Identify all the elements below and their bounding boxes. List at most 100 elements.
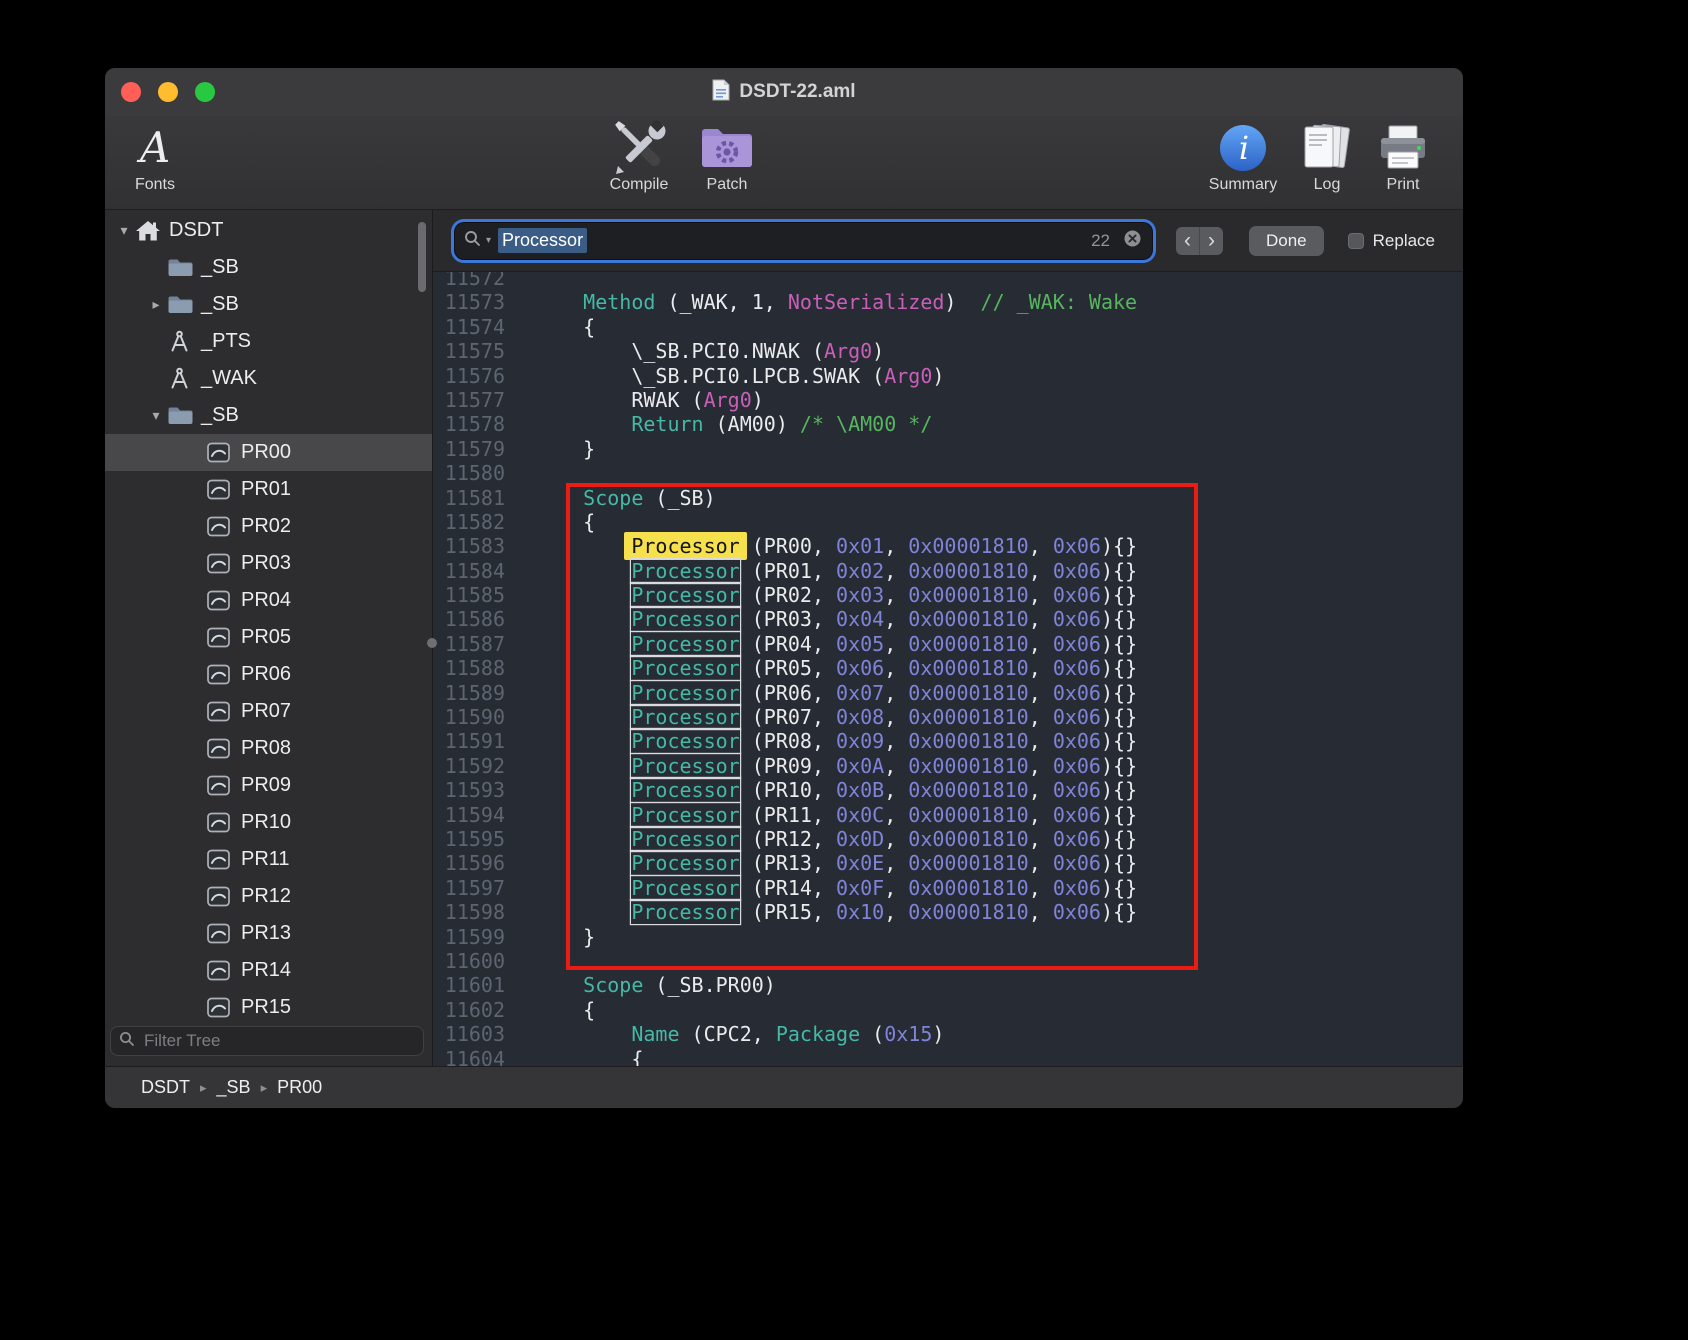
filter-field[interactable]	[110, 1026, 424, 1056]
sidebar-item-_sb[interactable]: ▾_SB	[105, 397, 432, 434]
print-label: Print	[1387, 176, 1420, 194]
code-line: 11578 Return (AM00) /* \AM00 */	[433, 412, 1463, 436]
scope-icon	[207, 812, 241, 833]
line-number: 11573	[433, 290, 521, 314]
code-line: 11582 {	[433, 510, 1463, 534]
sidebar-item-label: PR09	[241, 774, 291, 797]
breadcrumb-item-dsdt[interactable]: DSDT	[141, 1077, 190, 1098]
search-match: Processor	[631, 607, 739, 631]
line-number: 11582	[433, 510, 521, 534]
sidebar-item-_sb[interactable]: _SB	[105, 249, 432, 286]
window-title: DSDT-22.aml	[739, 81, 855, 103]
sidebar-item-_pts[interactable]: _PTS	[105, 323, 432, 360]
clear-search-icon[interactable]	[1123, 229, 1142, 253]
previous-match-button[interactable]: ‹	[1176, 227, 1200, 255]
window-controls	[121, 82, 215, 102]
code-line: 11593 Processor (PR10, 0x0B, 0x00001810,…	[433, 778, 1463, 802]
line-number: 11576	[433, 364, 521, 388]
next-match-button[interactable]: ›	[1200, 227, 1223, 255]
disclosure-triangle-icon[interactable]: ▾	[145, 407, 167, 424]
sidebar-item-pr04[interactable]: PR04	[105, 582, 432, 619]
splitter-handle[interactable]	[427, 638, 437, 648]
scope-icon	[207, 553, 241, 574]
scope-icon	[207, 923, 241, 944]
scope-icon	[207, 627, 241, 648]
compile-button[interactable]: Compile	[595, 118, 683, 194]
line-number: 11602	[433, 998, 521, 1022]
sidebar-item-pr13[interactable]: PR13	[105, 915, 432, 952]
search-match: Processor	[631, 803, 739, 827]
code-line: 11591 Processor (PR08, 0x09, 0x00001810,…	[433, 729, 1463, 753]
compile-label: Compile	[610, 176, 669, 194]
print-button[interactable]: Print	[1363, 118, 1443, 194]
search-match: Processor	[631, 559, 739, 583]
sidebar-item-pr08[interactable]: PR08	[105, 730, 432, 767]
line-number: 11586	[433, 607, 521, 631]
code-line: 11586 Processor (PR03, 0x04, 0x00001810,…	[433, 607, 1463, 631]
sidebar-item-dsdt[interactable]: ▾DSDT	[105, 212, 404, 249]
sidebar-item-pr14[interactable]: PR14	[105, 952, 432, 989]
search-match: Processor	[631, 827, 739, 851]
sidebar-item-label: PR14	[241, 959, 291, 982]
find-bar: ▾ Processor 22 ‹ ›	[433, 210, 1463, 272]
fonts-button[interactable]: A Fonts	[119, 118, 191, 194]
breadcrumb-item-pr00[interactable]: PR00	[277, 1077, 322, 1098]
code-line: 11575 \_SB.PCI0.NWAK (Arg0)	[433, 339, 1463, 363]
code-line: 11574 {	[433, 315, 1463, 339]
replace-checkbox[interactable]	[1348, 233, 1364, 249]
sidebar-item-pr06[interactable]: PR06	[105, 656, 432, 693]
sidebar-item-_wak[interactable]: _WAK	[105, 360, 432, 397]
line-number: 11587	[433, 632, 521, 656]
sidebar-item-pr00[interactable]: PR00	[105, 434, 432, 471]
chevron-down-icon[interactable]: ▾	[486, 235, 491, 246]
sidebar-item-pr09[interactable]: PR09	[105, 767, 432, 804]
document-icon	[712, 79, 730, 106]
sidebar-item-pr07[interactable]: PR07	[105, 693, 432, 730]
sidebar-item-pr11[interactable]: PR11	[105, 841, 432, 878]
sidebar-item-label: _PTS	[201, 330, 251, 353]
filter-tree-input[interactable]	[142, 1030, 415, 1052]
search-match: Processor	[631, 778, 739, 802]
code-line: 11603 Name (CPC2, Package (0x15)	[433, 1022, 1463, 1046]
scope-icon	[207, 997, 241, 1018]
scope-icon	[207, 664, 241, 685]
patch-button[interactable]: Patch	[683, 118, 771, 194]
line-number: 11595	[433, 827, 521, 851]
summary-button[interactable]: i Summary	[1195, 118, 1291, 194]
breadcrumb-item-_sb[interactable]: _SB	[217, 1077, 251, 1098]
code-line: 11588 Processor (PR05, 0x06, 0x00001810,…	[433, 656, 1463, 680]
sidebar-item-_sb[interactable]: ▸_SB	[105, 286, 432, 323]
disclosure-triangle-icon[interactable]: ▾	[113, 222, 135, 239]
patch-label: Patch	[707, 176, 748, 194]
sidebar-item-pr03[interactable]: PR03	[105, 545, 432, 582]
sidebar-item-label: PR04	[241, 589, 291, 612]
sidebar-item-pr10[interactable]: PR10	[105, 804, 432, 841]
code-line: 11579 }	[433, 437, 1463, 461]
close-button[interactable]	[121, 82, 141, 102]
search-match: Processor	[631, 851, 739, 875]
sidebar-item-pr02[interactable]: PR02	[105, 508, 432, 545]
sidebar-item-pr01[interactable]: PR01	[105, 471, 432, 508]
disclosure-triangle-icon[interactable]: ▸	[145, 296, 167, 313]
log-button[interactable]: Log	[1291, 118, 1363, 194]
title-bar[interactable]: DSDT-22.aml	[105, 68, 1463, 116]
replace-toggle: Replace	[1348, 231, 1435, 251]
find-input[interactable]: ▾ Processor 22	[455, 223, 1152, 259]
code-line: 11584 Processor (PR01, 0x02, 0x00001810,…	[433, 559, 1463, 583]
sidebar-item-label: PR06	[241, 663, 291, 686]
code-line: 11589 Processor (PR06, 0x07, 0x00001810,…	[433, 681, 1463, 705]
sidebar-item-pr12[interactable]: PR12	[105, 878, 432, 915]
sidebar-scrollbar[interactable]	[418, 222, 426, 292]
line-number: 11574	[433, 315, 521, 339]
breadcrumb-separator-icon: ▸	[200, 1080, 207, 1096]
done-button[interactable]: Done	[1249, 226, 1324, 256]
sidebar-item-pr05[interactable]: PR05	[105, 619, 432, 656]
zoom-button[interactable]	[195, 82, 215, 102]
line-number: 11603	[433, 1022, 521, 1046]
code-editor[interactable]: 1157211573 Method (_WAK, 1, NotSerialize…	[433, 272, 1463, 1066]
code-line: 11576 \_SB.PCI0.LPCB.SWAK (Arg0)	[433, 364, 1463, 388]
sidebar-item-pr15[interactable]: PR15	[105, 989, 432, 1022]
summary-label: Summary	[1209, 176, 1277, 194]
minimize-button[interactable]	[158, 82, 178, 102]
line-number: 11601	[433, 973, 521, 997]
